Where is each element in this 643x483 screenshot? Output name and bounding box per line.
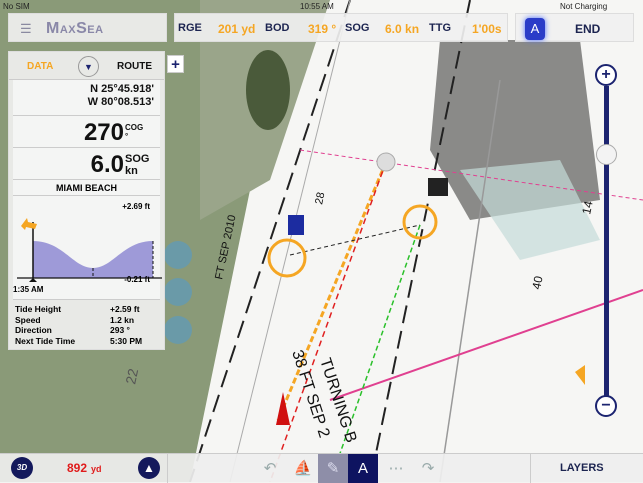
ttg-value: 1'00s <box>472 22 502 36</box>
stat-value: 5:30 PM <box>110 335 143 346</box>
chevron-down-icon[interactable]: ▼ <box>78 56 99 77</box>
rge-value: 201 yd <box>218 22 256 36</box>
zoom-control: + − <box>593 62 621 422</box>
stat-row: Tide Height +2.59 ft <box>15 304 160 315</box>
zoom-slider-thumb[interactable] <box>596 144 617 165</box>
north-up-button[interactable]: ▲ <box>138 457 160 479</box>
tab-data[interactable]: DATA <box>27 61 53 72</box>
cog-label: COG <box>125 123 144 132</box>
sog-cell: 6.0 SOG kn <box>13 148 160 180</box>
zoom-in-button[interactable]: + <box>595 64 617 86</box>
stat-row: Speed 1.2 kn <box>15 315 160 326</box>
scale-distance: 892 yd <box>67 461 102 475</box>
tide-curve <box>33 241 153 278</box>
tide-chart: +2.69 ft -0.21 ft 1:35 AM <box>13 196 162 300</box>
position-cell: N 25°45.918' W 80°08.513' <box>13 80 160 116</box>
tab-route[interactable]: ROUTE <box>117 61 152 72</box>
bottom-toolbar: 3D 892 yd ▲ ↶ ⛵ ✎ A ⋯ ↷ LAYERS <box>0 453 643 483</box>
tide-time: 1:35 AM <box>13 285 44 294</box>
ttg-label: TTG <box>429 22 451 34</box>
boat-tool-icon[interactable]: ⛵ <box>288 454 318 483</box>
latitude: N 25°45.918' <box>90 83 154 95</box>
tide-station: MIAMI BEACH <box>13 180 160 196</box>
sounding: 28 <box>313 191 327 205</box>
stat-label: Tide Height <box>15 304 62 314</box>
stat-value: 1.2 kn <box>110 314 135 325</box>
tide-min: -0.21 ft <box>124 275 150 284</box>
battery-status: Not Charging <box>560 2 608 11</box>
compass-divider-icon[interactable]: A <box>525 18 545 40</box>
pond <box>246 50 290 130</box>
clock: 10:55 AM <box>300 2 334 11</box>
zoom-slider-track[interactable] <box>604 86 609 396</box>
distance-value: 892 <box>67 461 88 475</box>
distance-unit: yd <box>91 464 102 474</box>
bod-label: BOD <box>265 22 290 34</box>
tide-max: +2.69 ft <box>122 202 150 211</box>
longitude: W 80°08.513' <box>87 96 154 108</box>
tide-direction-arrow-icon <box>21 218 37 230</box>
carrier: No SIM <box>3 2 30 11</box>
cog-cell: 270 COG ° <box>13 116 160 148</box>
add-panel-button[interactable]: + <box>167 55 184 73</box>
sog-label: SOG <box>345 22 370 34</box>
route-end-bar: A END <box>515 13 634 42</box>
stat-label: Speed <box>15 314 41 325</box>
3d-button[interactable]: 3D <box>11 457 33 479</box>
navigation-data-bar: RGE 201 yd BOD 319 ° SOG 6.0 kn TTG 1'00… <box>174 13 508 42</box>
layers-button[interactable]: LAYERS <box>560 462 604 474</box>
status-bar: No SIM 10:55 AM Not Charging <box>0 0 643 12</box>
stat-row: Direction 293 ° <box>15 325 160 336</box>
stat-value: 293 ° <box>110 325 130 335</box>
redo-icon[interactable]: ↷ <box>413 454 443 483</box>
zoom-out-button[interactable]: − <box>595 395 617 417</box>
more-icon[interactable]: ⋯ <box>381 454 411 483</box>
rge-label: RGE <box>178 22 202 34</box>
start-waypoint[interactable] <box>376 152 396 172</box>
cog-unit: ° <box>125 132 129 141</box>
stat-value: +2.59 ft <box>110 304 140 314</box>
stat-label: Next Tide Time <box>15 335 76 346</box>
route-flag-icon <box>288 215 304 235</box>
bod-value: 319 ° <box>308 22 337 36</box>
data-panel: DATA ▼ ROUTE N 25°45.918' W 80°08.513' 2… <box>8 51 165 350</box>
stat-label: Direction <box>15 325 52 335</box>
checkered-flag-icon <box>428 178 448 196</box>
cog-value: 270 <box>83 119 124 146</box>
sog-label: SOG <box>125 153 150 165</box>
tide-stats: Tide Height +2.59 ft Speed 1.2 kn Directio… <box>9 300 164 346</box>
sog-value: 6.0 kn <box>385 22 420 36</box>
stat-row: Next Tide Time 5:30 PM <box>15 336 160 347</box>
sog-value: 6.0 <box>90 151 124 178</box>
eraser-icon[interactable]: ✎ <box>318 454 348 483</box>
brand-bar: ☰ MaxSea <box>8 13 167 42</box>
end-button[interactable]: END <box>575 22 600 36</box>
logo: MaxSea <box>46 20 104 37</box>
compass-divider-tool-icon[interactable]: A <box>348 454 378 483</box>
sog-unit: kn <box>125 165 138 177</box>
undo-icon[interactable]: ↶ <box>255 454 285 483</box>
hamburger-icon[interactable]: ☰ <box>20 21 32 37</box>
